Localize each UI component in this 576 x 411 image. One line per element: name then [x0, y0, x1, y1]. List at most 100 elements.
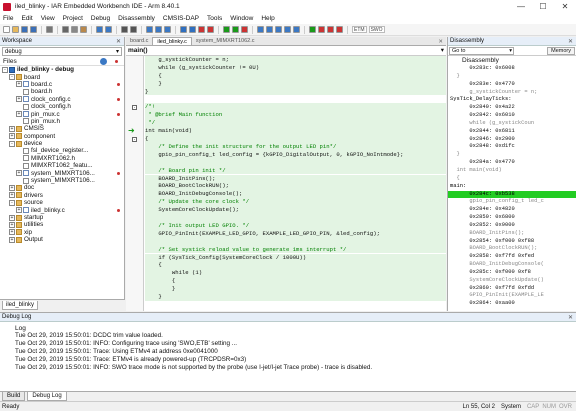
- tree-item[interactable]: + clock_config.c: [0, 96, 124, 103]
- collapse-icon[interactable]: -: [9, 140, 15, 147]
- workspace-tab[interactable]: iled_blinky: [2, 301, 39, 310]
- stop-build-icon[interactable]: [198, 26, 205, 33]
- expand-icon[interactable]: +: [16, 170, 22, 177]
- tree-item[interactable]: + xip: [0, 229, 124, 236]
- expand-icon[interactable]: +: [9, 133, 15, 140]
- fold-icon[interactable]: -: [132, 104, 137, 110]
- code-area[interactable]: g_systickCounter = n; while (g_systickCo…: [145, 56, 446, 311]
- menu-view[interactable]: View: [41, 15, 55, 22]
- expand-icon[interactable]: +: [9, 184, 15, 191]
- etm-button[interactable]: ETM: [352, 26, 367, 33]
- find-icon[interactable]: [121, 26, 128, 33]
- code-editor[interactable]: - ➜ - g_systickCounter = n; while (g_systi…: [126, 56, 446, 311]
- step-out-icon[interactable]: [275, 26, 282, 33]
- cut-icon[interactable]: [62, 26, 69, 33]
- menu-debug[interactable]: Debug: [91, 15, 110, 22]
- swo-button[interactable]: SWO: [368, 26, 385, 33]
- break-icon[interactable]: [318, 26, 325, 33]
- open-icon[interactable]: [12, 26, 19, 33]
- collapse-icon[interactable]: -: [9, 199, 15, 206]
- editor-tab[interactable]: system_MIMXRT1062.c: [192, 37, 259, 45]
- bookmark-icon[interactable]: [146, 26, 153, 33]
- menu-tools[interactable]: Tools: [207, 15, 222, 22]
- close-icon[interactable]: ✕: [438, 39, 443, 45]
- next-statement-icon[interactable]: [284, 26, 291, 33]
- expand-icon[interactable]: +: [9, 192, 15, 199]
- paste-icon[interactable]: [80, 26, 87, 33]
- gear-icon[interactable]: [100, 57, 107, 65]
- menu-disassembly[interactable]: Disassembly: [118, 15, 155, 22]
- expand-icon[interactable]: +: [9, 125, 15, 132]
- collapse-icon[interactable]: -: [9, 74, 15, 81]
- tree-item[interactable]: - device: [0, 140, 124, 147]
- close-icon[interactable]: ✕: [568, 38, 573, 45]
- tree-item[interactable]: system_MIMXRT106...: [0, 177, 124, 184]
- step-over-icon[interactable]: [257, 26, 264, 33]
- expand-icon[interactable]: +: [9, 214, 15, 221]
- fold-icon[interactable]: -: [132, 136, 137, 142]
- new-file-icon[interactable]: [3, 26, 10, 33]
- tree-item[interactable]: + startup: [0, 214, 124, 221]
- nav-forward-icon[interactable]: [164, 26, 171, 33]
- close-icon[interactable]: ✕: [568, 314, 573, 321]
- tree-item[interactable]: pin_mux.h: [0, 118, 124, 125]
- collapse-icon[interactable]: -: [2, 66, 8, 73]
- editor-tab[interactable]: iled_blinky.c: [152, 37, 192, 45]
- expand-icon[interactable]: +: [16, 111, 22, 118]
- tree-item[interactable]: MIMXRT1062_featu...: [0, 162, 124, 169]
- editor-tab[interactable]: board.c: [126, 37, 152, 45]
- tree-item[interactable]: + pin_mux.c: [0, 110, 124, 118]
- tree-item[interactable]: + component: [0, 133, 124, 140]
- tree-item[interactable]: fsl_device_register...: [0, 147, 124, 154]
- expand-icon[interactable]: +: [9, 236, 15, 243]
- bottom-tab-build[interactable]: Build: [2, 392, 26, 401]
- editor-gutter[interactable]: - ➜ -: [126, 56, 144, 311]
- tree-item[interactable]: + Output: [0, 236, 124, 243]
- save-icon[interactable]: [21, 26, 28, 33]
- copy-icon[interactable]: [71, 26, 78, 33]
- log-list[interactable]: Tue Oct 29, 2019 15:50:01: DCDC trim val…: [0, 332, 576, 372]
- close-button[interactable]: ✕: [554, 2, 576, 11]
- tree-item[interactable]: MIMXRT1062.h: [0, 155, 124, 162]
- run-to-cursor-icon[interactable]: [293, 26, 300, 33]
- save-all-icon[interactable]: [30, 26, 37, 33]
- expand-icon[interactable]: +: [9, 229, 15, 236]
- disassembly-listing[interactable]: 0x283c: 0x6008 } 0x283e: 0x4770 g_systic…: [448, 65, 576, 308]
- tree-item[interactable]: - iled_blinky - debug: [0, 66, 124, 73]
- maximize-button[interactable]: ☐: [532, 2, 554, 11]
- tree-item[interactable]: + utilities: [0, 221, 124, 228]
- tree-item[interactable]: - source: [0, 199, 124, 206]
- tree-item[interactable]: - board: [0, 73, 124, 81]
- expand-icon[interactable]: +: [16, 207, 22, 214]
- undo-icon[interactable]: [96, 26, 103, 33]
- function-navigator[interactable]: main() ▾: [126, 46, 446, 56]
- expand-icon[interactable]: +: [16, 81, 22, 88]
- menu-help[interactable]: Help: [261, 15, 274, 22]
- menu-project[interactable]: Project: [63, 15, 83, 22]
- menu-edit[interactable]: Edit: [21, 15, 32, 22]
- memory-button[interactable]: Memory: [547, 46, 575, 55]
- menu-cmsis-dap[interactable]: CMSIS-DAP: [163, 15, 199, 22]
- configuration-select[interactable]: debug: [2, 47, 122, 56]
- reset-icon[interactable]: [327, 26, 334, 33]
- download-debug-icon[interactable]: [223, 26, 230, 33]
- tree-item[interactable]: + system_MIMXRT106...: [0, 169, 124, 177]
- print-icon[interactable]: [46, 26, 53, 33]
- menu-file[interactable]: File: [3, 15, 13, 22]
- goto-field[interactable]: Go to: [449, 46, 514, 55]
- debug-no-download-icon[interactable]: [232, 26, 239, 33]
- redo-icon[interactable]: [105, 26, 112, 33]
- expand-icon[interactable]: +: [9, 221, 15, 228]
- minimize-button[interactable]: —: [510, 2, 532, 11]
- step-into-icon[interactable]: [266, 26, 273, 33]
- tree-item[interactable]: + drivers: [0, 192, 124, 199]
- tree-item[interactable]: + doc: [0, 184, 124, 191]
- tree-item[interactable]: clock_config.h: [0, 103, 124, 110]
- tree-item[interactable]: board.h: [0, 88, 124, 95]
- expand-icon[interactable]: +: [16, 96, 22, 103]
- compile-icon[interactable]: [180, 26, 187, 33]
- stop-icon[interactable]: [336, 26, 343, 33]
- make-icon[interactable]: [189, 26, 196, 33]
- tree-item[interactable]: + iled_blinky.c: [0, 206, 124, 214]
- find-next-icon[interactable]: [130, 26, 137, 33]
